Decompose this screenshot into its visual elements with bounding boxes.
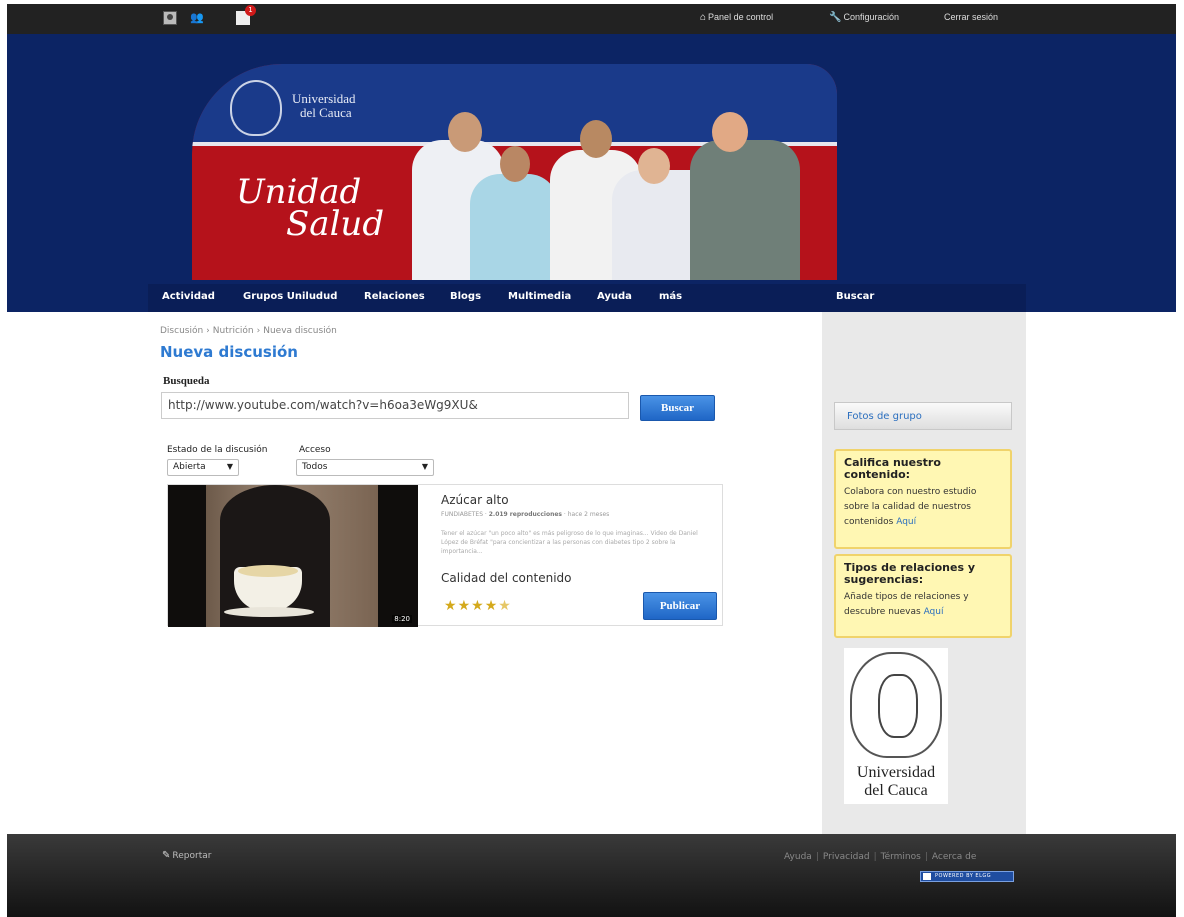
settings-link[interactable]: 🔧 Configuración (829, 12, 899, 23)
dropdown-arrow-icon: ▼ (421, 462, 428, 471)
header-banner[interactable]: Universidad del Cauca Unidad Salud (192, 64, 837, 280)
nav-item-relaciones[interactable]: Relaciones (364, 291, 425, 302)
report-link[interactable]: ✎ Reportar (162, 850, 211, 861)
footer-link-terms[interactable]: Términos (881, 852, 921, 862)
site-title-line2: Salud (286, 204, 385, 244)
breadcrumb: Discusión › Nutrición › Nueva discusión (160, 326, 337, 336)
half-star-icon[interactable]: ★ (498, 598, 512, 614)
control-panel-link[interactable]: ⌂ Panel de control (700, 12, 773, 23)
access-label: Acceso (299, 445, 331, 455)
breadcrumb-discusion[interactable]: Discusión (160, 326, 203, 336)
powered-by-badge[interactable]: POWERED BY ELGG (920, 871, 1014, 882)
university-name: Universidad del Cauca (292, 91, 356, 120)
university-seal-icon (230, 80, 282, 136)
status-select[interactable]: Abierta ▼ (167, 459, 239, 476)
breadcrumb-nutricion[interactable]: Nutrición (213, 326, 254, 336)
video-title[interactable]: Azúcar alto (441, 493, 509, 507)
seal-icon (850, 652, 942, 758)
footer-link-about[interactable]: Acerca de (932, 852, 977, 862)
content-quality-label: Calidad del contenido (441, 571, 572, 585)
video-meta: FUNDIABETES · 2.019 reproducciones · hac… (441, 511, 610, 518)
group-photos-button[interactable]: Fotos de grupo (834, 402, 1012, 430)
star-icon[interactable]: ★ (458, 598, 472, 614)
nav-item-grupos[interactable]: Grupos Uniludud (243, 291, 337, 302)
logout-link[interactable]: Cerrar sesión (944, 12, 998, 22)
friends-icon[interactable]: 👥 (190, 11, 204, 25)
university-logo[interactable]: Universidad del Cauca (844, 648, 948, 804)
footer-link-help[interactable]: Ayuda (784, 852, 812, 862)
rate-content-box: Califica nuestro contenido: Colabora con… (834, 449, 1012, 549)
elgg-icon (923, 873, 931, 880)
home-icon: ⌂ (700, 12, 707, 23)
report-icon: ✎ (162, 850, 171, 861)
footer-links: Ayuda | Privacidad | Términos | Acerca de (784, 852, 977, 862)
video-thumbnail[interactable]: 8:20 (168, 485, 418, 627)
publish-button[interactable]: Publicar (643, 592, 717, 620)
search-input[interactable]: http://www.youtube.com/watch?v=h6oa3eWg9… (161, 392, 629, 419)
rating-stars[interactable]: ★★★★★ (444, 598, 512, 614)
star-icon[interactable]: ★ (444, 598, 458, 614)
breadcrumb-current: Nueva discusión (263, 326, 337, 336)
top-bar: 👥 1 ⌂ Panel de control 🔧 Configuración Cer… (7, 4, 1176, 34)
dropdown-arrow-icon: ▼ (226, 462, 233, 471)
search-button[interactable]: Buscar (640, 395, 715, 421)
messages-badge: 1 (245, 5, 256, 16)
search-tab[interactable]: Buscar (822, 284, 1026, 312)
relation-types-link[interactable]: Aquí (924, 607, 944, 617)
profile-icon[interactable] (163, 11, 177, 25)
sidebar: Fotos de grupo Califica nuestro contenid… (822, 312, 1026, 834)
rate-content-link[interactable]: Aquí (896, 517, 916, 527)
nav-item-ayuda[interactable]: Ayuda (597, 291, 632, 302)
nav-item-actividad[interactable]: Actividad (162, 291, 215, 302)
page-title: Nueva discusión (160, 343, 298, 361)
video-result-card: 8:20 Azúcar alto FUNDIABETES · 2.019 rep… (167, 484, 723, 627)
nav-item-blogs[interactable]: Blogs (450, 291, 481, 302)
video-description: Tener el azúcar "un poco alto" es más pe… (441, 530, 698, 555)
nav-item-mas[interactable]: más (659, 291, 682, 302)
footer: ✎ Reportar Ayuda | Privacidad | Términos | Acer… (7, 834, 1176, 917)
star-icon[interactable]: ★ (485, 598, 499, 614)
nav-item-multimedia[interactable]: Multimedia (508, 291, 571, 302)
video-duration: 8:20 (392, 615, 412, 623)
site-header: Universidad del Cauca Unidad Salud (7, 34, 1176, 312)
messages-icon[interactable]: 1 (236, 5, 256, 25)
medical-staff-photo (412, 100, 832, 280)
star-icon[interactable]: ★ (471, 598, 485, 614)
main-nav: Actividad Grupos Uniludud Relaciones Blo… (148, 284, 822, 312)
search-label: Busqueda (163, 375, 210, 387)
footer-link-privacy[interactable]: Privacidad (823, 852, 870, 862)
wrench-icon: 🔧 (829, 12, 842, 23)
status-label: Estado de la discusión (167, 445, 268, 455)
relation-types-box: Tipos de relaciones y sugerencias: Añade… (834, 554, 1012, 638)
access-select[interactable]: Todos ▼ (296, 459, 434, 476)
